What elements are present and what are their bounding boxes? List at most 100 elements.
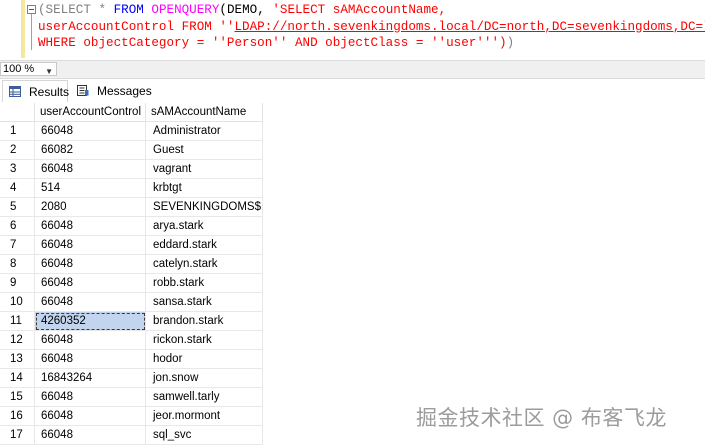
samaccountname-cell[interactable]: samwell.tarly bbox=[146, 388, 263, 407]
tab-results[interactable]: Results bbox=[2, 80, 70, 102]
useraccountcontrol-cell[interactable]: 66048 bbox=[35, 350, 146, 369]
table-row[interactable]: 14 16843264 jon.snow bbox=[0, 369, 263, 388]
samaccountname-cell[interactable]: catelyn.stark bbox=[146, 255, 263, 274]
row-number[interactable]: 8 bbox=[0, 255, 35, 274]
query-token: ) bbox=[506, 36, 515, 50]
row-number[interactable]: 4 bbox=[0, 179, 35, 198]
samaccountname-cell[interactable]: krbtgt bbox=[146, 179, 263, 198]
tab-messages[interactable]: Messages bbox=[76, 80, 156, 102]
row-number[interactable]: 13 bbox=[0, 350, 35, 369]
tab-messages-label: Messages bbox=[97, 84, 152, 98]
useraccountcontrol-cell[interactable]: 66048 bbox=[35, 331, 146, 350]
row-number[interactable]: 17 bbox=[0, 426, 35, 445]
samaccountname-cell[interactable]: Administrator bbox=[146, 122, 263, 141]
query-token: 'SELECT sAMAccountName, bbox=[272, 3, 447, 17]
zoom-dropdown[interactable]: 100 % ▼ bbox=[0, 62, 57, 76]
query-token: (DEMO, bbox=[219, 3, 273, 17]
change-indicator-bar bbox=[21, 0, 25, 58]
row-number[interactable]: 9 bbox=[0, 274, 35, 293]
samaccountname-cell[interactable]: Guest bbox=[146, 141, 263, 160]
row-number[interactable]: 3 bbox=[0, 160, 35, 179]
samaccountname-cell[interactable]: jeor.mormont bbox=[146, 407, 263, 426]
samaccountname-cell[interactable]: brandon.stark bbox=[146, 312, 263, 331]
useraccountcontrol-cell[interactable]: 66048 bbox=[35, 293, 146, 312]
query-token: WHERE objectCategory = ''Person'' AND ob… bbox=[38, 36, 507, 50]
table-row[interactable]: 11 4260352 brandon.stark bbox=[0, 312, 263, 331]
table-row[interactable]: 10 66048 sansa.stark bbox=[0, 293, 263, 312]
useraccountcontrol-cell[interactable]: 66048 bbox=[35, 255, 146, 274]
samaccountname-cell[interactable]: jon.snow bbox=[146, 369, 263, 388]
query-editor[interactable]: (SELECT * FROM OPENQUERY(DEMO, 'SELECT s… bbox=[0, 0, 705, 58]
row-number[interactable]: 12 bbox=[0, 331, 35, 350]
row-number[interactable]: 5 bbox=[0, 198, 35, 217]
table-row[interactable]: 12 66048 rickon.stark bbox=[0, 331, 263, 350]
query-token: (SELECT bbox=[38, 3, 99, 17]
result-tabs: Results Messages bbox=[0, 80, 705, 103]
row-number[interactable]: 10 bbox=[0, 293, 35, 312]
table-row[interactable]: 2 66082 Guest bbox=[0, 141, 263, 160]
row-number[interactable]: 11 bbox=[0, 312, 35, 331]
table-row[interactable]: 15 66048 samwell.tarly bbox=[0, 388, 263, 407]
column-header-useraccountcontrol[interactable]: userAccountControl bbox=[35, 103, 146, 122]
table-row[interactable]: 13 66048 hodor bbox=[0, 350, 263, 369]
table-row[interactable]: 8 66048 catelyn.stark bbox=[0, 255, 263, 274]
table-row[interactable]: 1 66048 Administrator bbox=[0, 122, 263, 141]
samaccountname-cell[interactable]: arya.stark bbox=[146, 217, 263, 236]
zoom-bar: 100 % ▼ bbox=[0, 60, 705, 79]
useraccountcontrol-cell[interactable]: 66048 bbox=[35, 122, 146, 141]
samaccountname-cell[interactable]: hodor bbox=[146, 350, 263, 369]
query-token: userAccountControl FROM '' bbox=[38, 19, 235, 34]
table-row[interactable]: 6 66048 arya.stark bbox=[0, 217, 263, 236]
row-number[interactable]: 2 bbox=[0, 141, 35, 160]
samaccountname-cell[interactable]: eddard.stark bbox=[146, 236, 263, 255]
table-row[interactable]: 9 66048 robb.stark bbox=[0, 274, 263, 293]
samaccountname-cell[interactable]: vagrant bbox=[146, 160, 263, 179]
table-row[interactable]: 3 66048 vagrant bbox=[0, 160, 263, 179]
editor-gutter bbox=[0, 0, 22, 58]
useraccountcontrol-cell[interactable]: 2080 bbox=[35, 198, 146, 217]
row-number[interactable]: 16 bbox=[0, 407, 35, 426]
samaccountname-cell[interactable]: rickon.stark bbox=[146, 331, 263, 350]
row-number[interactable]: 7 bbox=[0, 236, 35, 255]
table-row[interactable]: 4 514 krbtgt bbox=[0, 179, 263, 198]
fold-guide-line bbox=[31, 14, 32, 50]
useraccountcontrol-cell[interactable]: 16843264 bbox=[35, 369, 146, 388]
results-grid[interactable]: userAccountControl sAMAccountName 1 66048… bbox=[0, 103, 705, 447]
collapse-icon[interactable] bbox=[27, 5, 36, 14]
useraccountcontrol-cell[interactable]: 66048 bbox=[35, 407, 146, 426]
useraccountcontrol-cell[interactable]: 4260352 bbox=[35, 312, 146, 331]
ldap-link[interactable]: LDAP://north.sevenkingdoms.local/DC=nort… bbox=[235, 20, 705, 34]
useraccountcontrol-cell[interactable]: 66048 bbox=[35, 274, 146, 293]
column-header-samaccountname[interactable]: sAMAccountName bbox=[146, 103, 263, 122]
useraccountcontrol-cell[interactable]: 66048 bbox=[35, 426, 146, 445]
useraccountcontrol-cell[interactable]: 66048 bbox=[35, 217, 146, 236]
useraccountcontrol-cell[interactable]: 66048 bbox=[35, 388, 146, 407]
samaccountname-cell[interactable]: sansa.stark bbox=[146, 293, 263, 312]
row-number[interactable]: 6 bbox=[0, 217, 35, 236]
samaccountname-cell[interactable]: robb.stark bbox=[146, 274, 263, 293]
samaccountname-cell[interactable]: SEVENKINGDOMS$ bbox=[146, 198, 263, 217]
row-number[interactable]: 14 bbox=[0, 369, 35, 388]
messages-icon bbox=[77, 85, 89, 96]
watermark-text: 掘金技术社区 @ 布客飞龙 bbox=[416, 406, 667, 430]
table-row[interactable]: 7 66048 eddard.stark bbox=[0, 236, 263, 255]
query-token: * bbox=[98, 3, 114, 17]
table-row[interactable]: 5 2080 SEVENKINGDOMS$ bbox=[0, 198, 263, 217]
useraccountcontrol-cell[interactable]: 66048 bbox=[35, 236, 146, 255]
table-row[interactable]: 16 66048 jeor.mormont bbox=[0, 407, 263, 426]
row-number-header[interactable] bbox=[0, 103, 35, 122]
useraccountcontrol-cell[interactable]: 514 bbox=[35, 179, 146, 198]
query-token: FROM bbox=[113, 3, 152, 17]
tab-results-label: Results bbox=[29, 85, 70, 99]
table-row[interactable]: 17 66048 sql_svc bbox=[0, 426, 263, 445]
query-token: OPENQUERY bbox=[151, 3, 220, 17]
grid-icon bbox=[9, 86, 21, 97]
samaccountname-cell[interactable]: sql_svc bbox=[146, 426, 263, 445]
row-number[interactable]: 1 bbox=[0, 122, 35, 141]
useraccountcontrol-cell[interactable]: 66048 bbox=[35, 160, 146, 179]
row-number[interactable]: 15 bbox=[0, 388, 35, 407]
query-text[interactable]: (SELECT * FROM OPENQUERY(DEMO, 'SELECT s… bbox=[38, 2, 705, 52]
zoom-value: 100 % bbox=[3, 63, 35, 75]
chevron-down-icon[interactable]: ▼ bbox=[45, 66, 53, 78]
useraccountcontrol-cell[interactable]: 66082 bbox=[35, 141, 146, 160]
